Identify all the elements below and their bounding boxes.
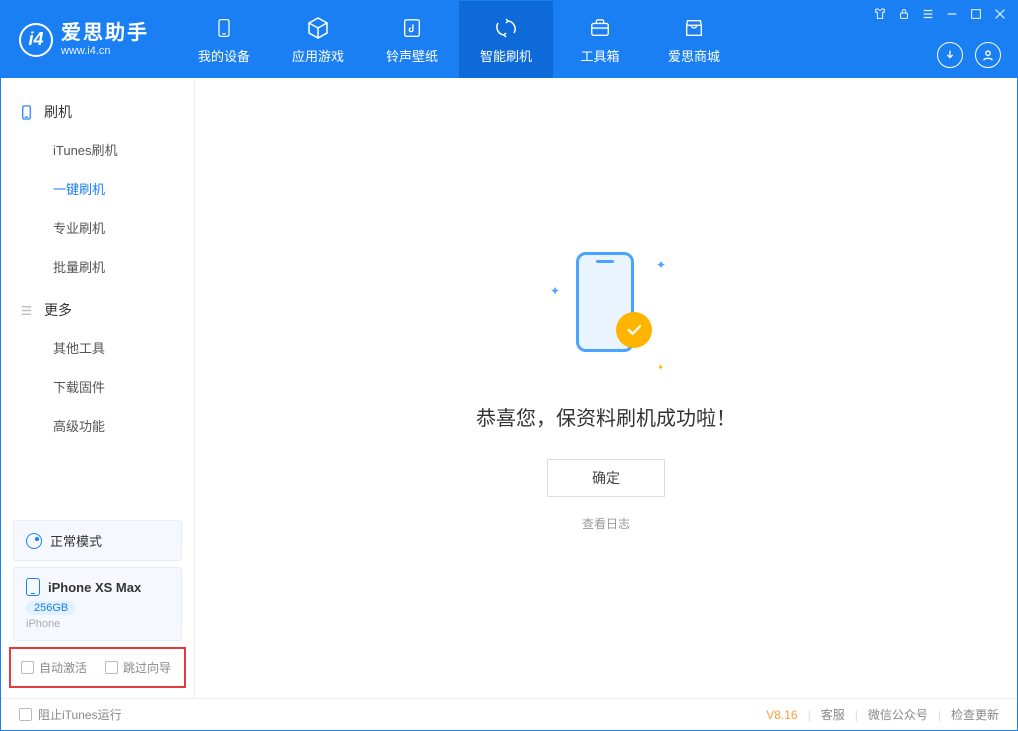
sidebar-heading-label: 刷机 xyxy=(44,102,72,122)
tab-apps-games[interactable]: 应用游戏 xyxy=(271,1,365,78)
logo-icon: i4 xyxy=(19,23,53,57)
check-icon xyxy=(616,312,652,348)
sidebar-item-batch-flash[interactable]: 批量刷机 xyxy=(1,247,194,286)
download-button[interactable] xyxy=(937,42,963,68)
success-illustration: ✦ ✦ ✦ xyxy=(546,244,666,374)
view-log-link[interactable]: 查看日志 xyxy=(582,515,630,532)
checkbox-icon xyxy=(21,661,34,674)
user-button[interactable] xyxy=(975,42,1001,68)
tab-label: 应用游戏 xyxy=(292,46,344,65)
tab-ringtone-wallpaper[interactable]: 铃声壁纸 xyxy=(365,1,459,78)
tab-label: 智能刷机 xyxy=(480,46,532,65)
list-icon xyxy=(19,303,34,318)
app-url: www.i4.cn xyxy=(61,45,149,58)
sidebar-item-other-tools[interactable]: 其他工具 xyxy=(1,328,194,367)
nav-tabs: 我的设备 应用游戏 铃声壁纸 智能刷机 工具箱 爱思商城 xyxy=(177,1,741,78)
cube-icon xyxy=(305,15,331,41)
tab-store[interactable]: 爱思商城 xyxy=(647,1,741,78)
sidebar-item-oneclick-flash[interactable]: 一键刷机 xyxy=(1,169,194,208)
mode-label: 正常模式 xyxy=(50,531,102,550)
sidebar-item-download-firmware[interactable]: 下载固件 xyxy=(1,367,194,406)
refresh-icon xyxy=(493,15,519,41)
ok-button[interactable]: 确定 xyxy=(547,459,665,497)
auto-activate-checkbox[interactable]: 自动激活 xyxy=(21,659,87,676)
checkbox-icon xyxy=(19,708,32,721)
content-area: ✦ ✦ ✦ 恭喜您，保资料刷机成功啦！ 确定 查看日志 xyxy=(195,78,1017,698)
tab-label: 我的设备 xyxy=(198,46,250,65)
tab-my-device[interactable]: 我的设备 xyxy=(177,1,271,78)
shirt-icon[interactable] xyxy=(873,7,887,21)
checkbox-label: 自动激活 xyxy=(39,659,87,676)
maximize-icon[interactable] xyxy=(969,7,983,21)
shop-icon xyxy=(681,15,707,41)
footer-link-service[interactable]: 客服 xyxy=(821,706,845,723)
phone-icon xyxy=(26,578,40,596)
tab-label: 爱思商城 xyxy=(668,46,720,65)
device-name: iPhone XS Max xyxy=(48,580,141,595)
sidebar-item-itunes-flash[interactable]: iTunes刷机 xyxy=(1,130,194,169)
footer-link-wechat[interactable]: 微信公众号 xyxy=(868,706,928,723)
device-icon xyxy=(19,105,34,120)
mode-icon xyxy=(26,533,42,549)
success-message: 恭喜您，保资料刷机成功啦！ xyxy=(476,402,736,431)
sidebar-item-advanced[interactable]: 高级功能 xyxy=(1,406,194,445)
minimize-icon[interactable] xyxy=(945,7,959,21)
sidebar-heading-more: 更多 xyxy=(1,292,194,328)
app-name: 爱思助手 xyxy=(61,21,149,45)
block-itunes-checkbox[interactable]: 阻止iTunes运行 xyxy=(19,706,122,723)
version-label: V8.16 xyxy=(766,708,797,722)
sidebar-item-pro-flash[interactable]: 专业刷机 xyxy=(1,208,194,247)
header-bar: i4 爱思助手 www.i4.cn 我的设备 应用游戏 铃声壁纸 智能刷机 工具… xyxy=(1,1,1017,78)
device-type: iPhone xyxy=(26,618,169,630)
device-box[interactable]: iPhone XS Max 256GB iPhone xyxy=(13,567,182,641)
sidebar-heading-flash: 刷机 xyxy=(1,94,194,130)
sidebar: 刷机 iTunes刷机 一键刷机 专业刷机 批量刷机 更多 其他工具 下载固件 … xyxy=(1,78,195,698)
window-controls xyxy=(873,7,1007,21)
lock-icon[interactable] xyxy=(897,7,911,21)
mode-box[interactable]: 正常模式 xyxy=(13,520,182,561)
logo: i4 爱思助手 www.i4.cn xyxy=(1,21,167,58)
header-actions xyxy=(937,42,1001,68)
tab-label: 铃声壁纸 xyxy=(386,46,438,65)
music-icon xyxy=(399,15,425,41)
phone-icon xyxy=(211,15,237,41)
storage-badge: 256GB xyxy=(26,601,76,615)
checkbox-label: 阻止iTunes运行 xyxy=(38,706,122,723)
tab-toolbox[interactable]: 工具箱 xyxy=(553,1,647,78)
skip-guide-checkbox[interactable]: 跳过向导 xyxy=(105,659,171,676)
checkbox-icon xyxy=(105,661,118,674)
footer-bar: 阻止iTunes运行 V8.16 | 客服 | 微信公众号 | 检查更新 xyxy=(1,698,1017,730)
close-icon[interactable] xyxy=(993,7,1007,21)
briefcase-icon xyxy=(587,15,613,41)
tab-smart-flash[interactable]: 智能刷机 xyxy=(459,1,553,78)
menu-icon[interactable] xyxy=(921,7,935,21)
footer-link-update[interactable]: 检查更新 xyxy=(951,706,999,723)
options-highlight-box: 自动激活 跳过向导 xyxy=(9,647,186,688)
sidebar-heading-label: 更多 xyxy=(44,300,72,320)
checkbox-label: 跳过向导 xyxy=(123,659,171,676)
tab-label: 工具箱 xyxy=(580,46,619,65)
